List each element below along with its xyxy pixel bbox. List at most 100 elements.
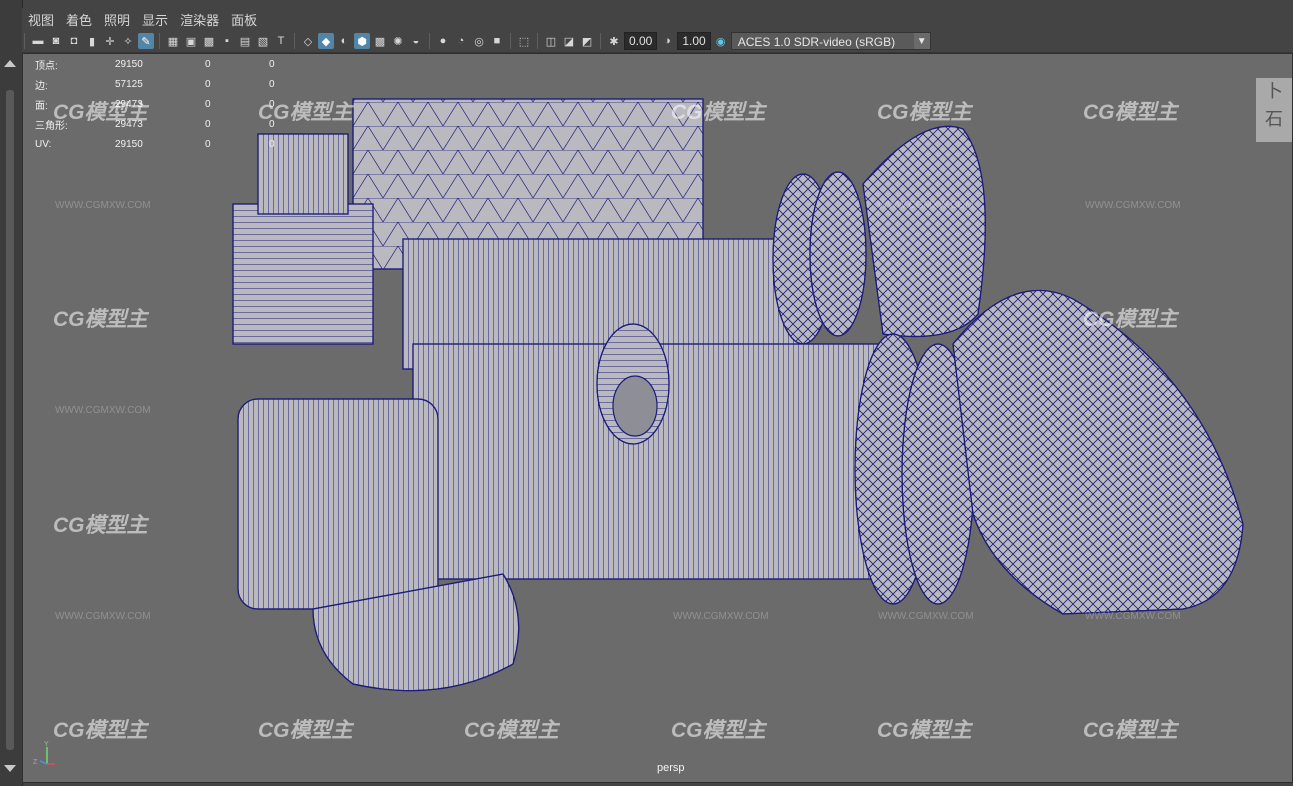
- hud-value: 29150: [115, 138, 143, 150]
- hud-value: 0: [269, 138, 275, 150]
- menu-show[interactable]: 显示: [136, 10, 174, 29]
- wireframe-on-shaded-icon[interactable]: ⬢: [354, 33, 370, 49]
- xray-icon[interactable]: ◫: [543, 33, 559, 49]
- wireframe-icon[interactable]: ◇: [300, 33, 316, 49]
- smooth-shade-icon[interactable]: ◆: [318, 33, 334, 49]
- perspective-viewport[interactable]: 顶点: 29150 0 0 边: 57125 0 0 面: 29473 0 0 …: [22, 53, 1293, 783]
- resolution-gate-icon[interactable]: ▩: [201, 33, 217, 49]
- grid-icon[interactable]: ▦: [165, 33, 181, 49]
- watermark-logo: CG模型主: [877, 719, 972, 742]
- xray-components-icon[interactable]: ◩: [579, 33, 595, 49]
- hud-value: 57125: [115, 78, 143, 90]
- menu-shading[interactable]: 着色: [60, 10, 98, 29]
- anti-aliasing-icon[interactable]: ◎: [471, 33, 487, 49]
- watermark-logo: CG模型主: [671, 719, 766, 742]
- wireframe-model[interactable]: [23, 54, 1293, 783]
- camera-name-label: persp: [657, 762, 685, 774]
- default-material-icon[interactable]: ◐: [336, 33, 352, 49]
- viewport-toolbar: ▬ ◙ ◘ ▮ ✛ ✧ ✎ ▦ ▣ ▩ ▪ ▤ ▧ T ◇ ◆ ◐ ⬢ ▩ ✺ …: [22, 30, 1293, 53]
- isolate-select-icon[interactable]: ⬚: [516, 33, 532, 49]
- screen-space-ao-icon[interactable]: ●: [435, 33, 451, 49]
- color-space-select[interactable]: ACES 1.0 SDR-video (sRGB) ▼: [730, 32, 931, 50]
- watermark-logo: CG模型主: [53, 719, 148, 742]
- watermark-logo: CG模型主: [53, 308, 148, 331]
- shadows-icon[interactable]: ◒: [408, 33, 424, 49]
- select-camera-icon[interactable]: ▬: [30, 33, 46, 49]
- menu-lighting[interactable]: 照明: [98, 10, 136, 29]
- watermark-logo: CG模型主: [1083, 101, 1178, 124]
- menu-renderer[interactable]: 渲染器: [174, 10, 225, 29]
- image-plane-icon[interactable]: ▮: [84, 33, 100, 49]
- hud-value: 0: [205, 58, 211, 70]
- watermark-url: WWW.CGMXW.COM: [673, 611, 769, 622]
- watermark-url: WWW.CGMXW.COM: [55, 405, 151, 416]
- film-gate-icon[interactable]: ▣: [183, 33, 199, 49]
- chevron-down-icon[interactable]: ▼: [913, 33, 930, 49]
- field-chart-icon[interactable]: ▤: [237, 33, 253, 49]
- toolbar-divider: [294, 33, 295, 49]
- hud-row-edges: 边: 57125 0 0: [35, 74, 309, 94]
- scroll-up-arrow[interactable]: [4, 60, 16, 67]
- axis-gizmo: Y Z: [33, 741, 55, 766]
- watermark-logo: CG模型主: [877, 101, 972, 124]
- left-tool-strip: [0, 0, 23, 786]
- hud-value: 29150: [115, 58, 143, 70]
- menu-panels[interactable]: 面板: [225, 10, 263, 29]
- grease-pencil-icon[interactable]: ✧: [120, 33, 136, 49]
- watermark-url: WWW.CGMXW.COM: [55, 611, 151, 622]
- gamma-field[interactable]: 1.00: [677, 32, 711, 50]
- safe-action-icon[interactable]: ▧: [255, 33, 271, 49]
- two-d-pan-icon[interactable]: ✛: [102, 33, 118, 49]
- hud-label: 顶点:: [35, 60, 58, 72]
- exposure-field[interactable]: 0.00: [624, 32, 658, 50]
- motion-blur-icon[interactable]: ◔: [453, 33, 469, 49]
- hud-label: 边:: [35, 80, 48, 92]
- watermark-url: WWW.CGMXW.COM: [55, 200, 151, 211]
- hud-value: 0: [205, 138, 211, 150]
- hud-label: UV:: [35, 138, 52, 150]
- gate-mask-icon[interactable]: ▪: [219, 33, 235, 49]
- toolbar-divider: [537, 33, 538, 49]
- hud-value: 0: [269, 58, 275, 70]
- hud-row-vertices: 顶点: 29150 0 0: [35, 54, 309, 74]
- color-management-icon[interactable]: ◉: [713, 33, 729, 49]
- watermark-url: WWW.CGMXW.COM: [1085, 200, 1181, 211]
- bookmark-icon[interactable]: ◘: [66, 33, 82, 49]
- color-space-value: ACES 1.0 SDR-video (sRGB): [737, 35, 896, 49]
- camera-attributes-icon[interactable]: ◙: [48, 33, 64, 49]
- watermark-url: WWW.CGMXW.COM: [878, 200, 974, 211]
- watermark-url: WWW.CGMXW.COM: [878, 611, 974, 622]
- watermark-logo: CG模型主: [53, 101, 148, 124]
- toolbar-divider: [429, 33, 430, 49]
- toolbar-divider: [510, 33, 511, 49]
- axis-y-label: Y: [44, 741, 49, 748]
- toolbar-divider: [600, 33, 601, 49]
- watermark-logo: CG模型主: [1083, 719, 1178, 742]
- hud-row-uvs: UV: 29150 0 0: [35, 134, 309, 154]
- corner-text: 石: [1265, 109, 1283, 130]
- lights-icon[interactable]: ✺: [390, 33, 406, 49]
- watermark-logo: CG模型主: [258, 719, 353, 742]
- toolbar-divider: [24, 33, 25, 49]
- watermark-logo: CG模型主: [1083, 308, 1178, 331]
- menu-view[interactable]: 视图: [22, 10, 60, 29]
- hud-value: 0: [205, 78, 211, 90]
- scrollbar[interactable]: [6, 90, 14, 750]
- textured-icon[interactable]: ▩: [372, 33, 388, 49]
- axis-z-label: Z: [33, 759, 38, 766]
- watermark-url: WWW.CGMXW.COM: [1085, 611, 1181, 622]
- watermark-logo: CG模型主: [671, 101, 766, 124]
- gamma-icon[interactable]: ◑: [659, 33, 675, 49]
- watermark-logo: CG模型主: [464, 719, 559, 742]
- corner-thumbnail: 卜 石: [1256, 78, 1292, 142]
- exposure-icon[interactable]: ✱: [606, 33, 622, 49]
- watermark-logo: CG模型主: [53, 514, 148, 537]
- toolbar-divider: [159, 33, 160, 49]
- hud-value: 0: [269, 78, 275, 90]
- depth-of-field-icon[interactable]: ■: [489, 33, 505, 49]
- xray-joints-icon[interactable]: ◪: [561, 33, 577, 49]
- pencil-icon[interactable]: ✎: [138, 33, 154, 49]
- corner-text: 卜: [1265, 81, 1283, 102]
- scroll-down-arrow[interactable]: [4, 765, 16, 772]
- safe-title-icon[interactable]: T: [273, 33, 289, 49]
